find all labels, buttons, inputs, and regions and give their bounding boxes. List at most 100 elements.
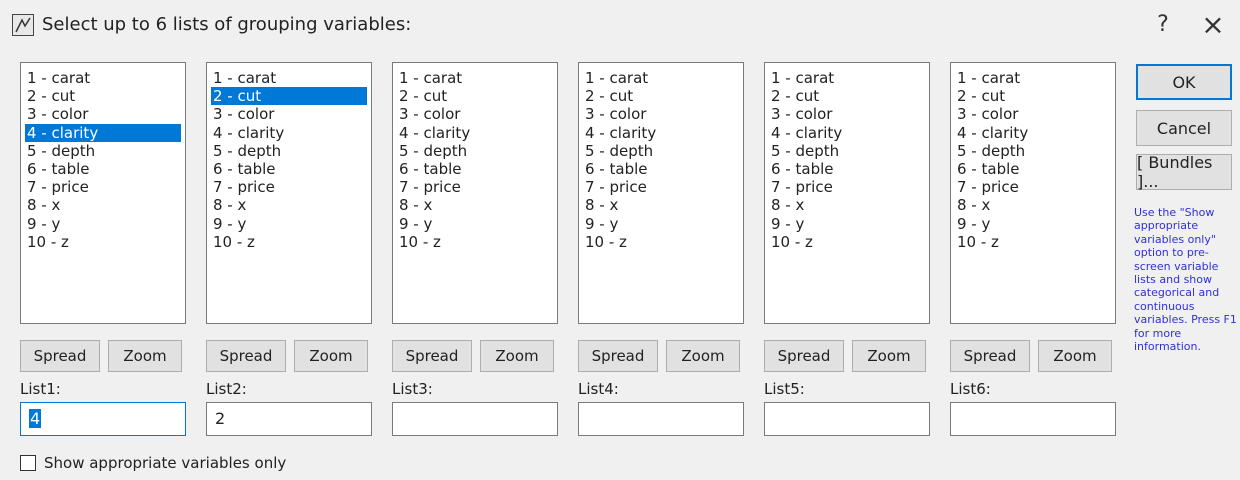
- list-item[interactable]: 2 - cut: [769, 87, 925, 105]
- list-item[interactable]: 8 - x: [769, 196, 925, 214]
- show-appropriate-checkbox-row[interactable]: Show appropriate variables only: [20, 452, 286, 474]
- variable-listbox-3[interactable]: 1 - carat 2 - cut 3 - color 4 - clarity 5 - …: [392, 62, 558, 324]
- list-item[interactable]: 1 - carat: [583, 69, 739, 87]
- list-item[interactable]: 10 - z: [955, 233, 1111, 251]
- list-item[interactable]: 6 - table: [769, 160, 925, 178]
- spread-button-2[interactable]: Spread: [206, 340, 286, 372]
- list-item[interactable]: 6 - table: [955, 160, 1111, 178]
- list-item[interactable]: 7 - price: [769, 178, 925, 196]
- list-item[interactable]: 1 - carat: [211, 69, 367, 87]
- list-item[interactable]: 9 - y: [583, 215, 739, 233]
- help-icon[interactable]: ?: [1148, 10, 1178, 40]
- list-item[interactable]: 1 - carat: [397, 69, 553, 87]
- list-item[interactable]: 2 - cut: [397, 87, 553, 105]
- list-item[interactable]: 10 - z: [583, 233, 739, 251]
- list-item[interactable]: 6 - table: [397, 160, 553, 178]
- list-item[interactable]: 1 - carat: [955, 69, 1111, 87]
- list-input-5[interactable]: [764, 402, 930, 436]
- zoom-button-2[interactable]: Zoom: [294, 340, 368, 372]
- close-icon[interactable]: ×: [1196, 8, 1230, 42]
- list-item[interactable]: 9 - y: [211, 215, 367, 233]
- list-item[interactable]: 7 - price: [583, 178, 739, 196]
- spread-button-6[interactable]: Spread: [950, 340, 1030, 372]
- list-input-3[interactable]: [392, 402, 558, 436]
- list-item[interactable]: 10 - z: [25, 233, 181, 251]
- dialog-title: Select up to 6 lists of grouping variabl…: [42, 14, 412, 35]
- list-item[interactable]: 5 - depth: [769, 142, 925, 160]
- list-item[interactable]: 8 - x: [583, 196, 739, 214]
- spread-button-1[interactable]: Spread: [20, 340, 100, 372]
- list-item[interactable]: 3 - color: [583, 105, 739, 123]
- list-item[interactable]: 1 - carat: [769, 69, 925, 87]
- variable-listbox-6[interactable]: 1 - carat 2 - cut 3 - color 4 - clarity 5 - …: [950, 62, 1116, 324]
- ok-button[interactable]: OK: [1136, 64, 1232, 100]
- list-label-3: List3:: [392, 380, 433, 398]
- list-item[interactable]: 4 - clarity: [583, 124, 739, 142]
- list-item[interactable]: 6 - table: [211, 160, 367, 178]
- list-label-6: List6:: [950, 380, 991, 398]
- variable-listbox-2[interactable]: 1 - carat 2 - cut 3 - color 4 - clarity 5 - …: [206, 62, 372, 324]
- list-item[interactable]: 4 - clarity: [397, 124, 553, 142]
- list-item[interactable]: 10 - z: [769, 233, 925, 251]
- list-input-6[interactable]: [950, 402, 1116, 436]
- list-input-1[interactable]: 4: [20, 402, 186, 436]
- list-input-4[interactable]: [578, 402, 744, 436]
- list-item[interactable]: 3 - color: [397, 105, 553, 123]
- list-item[interactable]: 5 - depth: [25, 142, 181, 160]
- show-appropriate-checkbox[interactable]: [20, 455, 36, 471]
- list-item[interactable]: 3 - color: [25, 105, 181, 123]
- list-item[interactable]: 8 - x: [25, 196, 181, 214]
- list-item[interactable]: 6 - table: [25, 160, 181, 178]
- list-item[interactable]: 4 - clarity: [25, 123, 181, 142]
- zoom-button-5[interactable]: Zoom: [852, 340, 926, 372]
- list-item[interactable]: 4 - clarity: [955, 124, 1111, 142]
- variable-listbox-4[interactable]: 1 - carat 2 - cut 3 - color 4 - clarity 5 - …: [578, 62, 744, 324]
- list-label-2: List2:: [206, 380, 247, 398]
- list-item[interactable]: 9 - y: [769, 215, 925, 233]
- list-item[interactable]: 8 - x: [955, 196, 1111, 214]
- zoom-button-4[interactable]: Zoom: [666, 340, 740, 372]
- list-item[interactable]: 3 - color: [211, 105, 367, 123]
- list-item[interactable]: 1 - carat: [25, 69, 181, 87]
- cancel-button[interactable]: Cancel: [1136, 110, 1232, 146]
- spread-button-4[interactable]: Spread: [578, 340, 658, 372]
- list-item[interactable]: 7 - price: [211, 178, 367, 196]
- list-item[interactable]: 3 - color: [769, 105, 925, 123]
- list-item[interactable]: 5 - depth: [211, 142, 367, 160]
- list-item[interactable]: 3 - color: [955, 105, 1111, 123]
- list-item[interactable]: 5 - depth: [583, 142, 739, 160]
- list-item[interactable]: 2 - cut: [25, 87, 181, 105]
- list-item[interactable]: 9 - y: [25, 215, 181, 233]
- variable-listbox-5[interactable]: 1 - carat 2 - cut 3 - color 4 - clarity 5 - …: [764, 62, 930, 324]
- list-item[interactable]: 7 - price: [397, 178, 553, 196]
- list-item[interactable]: 4 - clarity: [769, 124, 925, 142]
- list-item[interactable]: 6 - table: [583, 160, 739, 178]
- app-icon: [12, 14, 34, 36]
- list-item[interactable]: 9 - y: [955, 215, 1111, 233]
- list-item[interactable]: 7 - price: [25, 178, 181, 196]
- list-item[interactable]: 2 - cut: [583, 87, 739, 105]
- list-input-value: 2: [215, 409, 226, 428]
- list-input-2[interactable]: 2: [206, 402, 372, 436]
- list-label-5: List5:: [764, 380, 805, 398]
- zoom-button-1[interactable]: Zoom: [108, 340, 182, 372]
- list-item[interactable]: 5 - depth: [955, 142, 1111, 160]
- zoom-button-3[interactable]: Zoom: [480, 340, 554, 372]
- list-item[interactable]: 8 - x: [211, 196, 367, 214]
- checkbox-label: Show appropriate variables only: [44, 454, 287, 472]
- zoom-button-6[interactable]: Zoom: [1038, 340, 1112, 372]
- bundles-button[interactable]: [ Bundles ]...: [1136, 153, 1232, 191]
- list-item[interactable]: 7 - price: [955, 178, 1111, 196]
- list-item[interactable]: 2 - cut: [211, 87, 367, 106]
- list-item[interactable]: 10 - z: [211, 233, 367, 251]
- variable-listbox-1[interactable]: 1 - carat 2 - cut 3 - color 4 - clarity 5 - …: [20, 62, 186, 324]
- list-item[interactable]: 5 - depth: [397, 142, 553, 160]
- list-item[interactable]: 2 - cut: [955, 87, 1111, 105]
- list-item[interactable]: 8 - x: [397, 196, 553, 214]
- spread-button-3[interactable]: Spread: [392, 340, 472, 372]
- help-text: Use the "Show appropriate variables only…: [1134, 206, 1237, 354]
- spread-button-5[interactable]: Spread: [764, 340, 844, 372]
- list-item[interactable]: 4 - clarity: [211, 124, 367, 142]
- list-item[interactable]: 10 - z: [397, 233, 553, 251]
- list-item[interactable]: 9 - y: [397, 215, 553, 233]
